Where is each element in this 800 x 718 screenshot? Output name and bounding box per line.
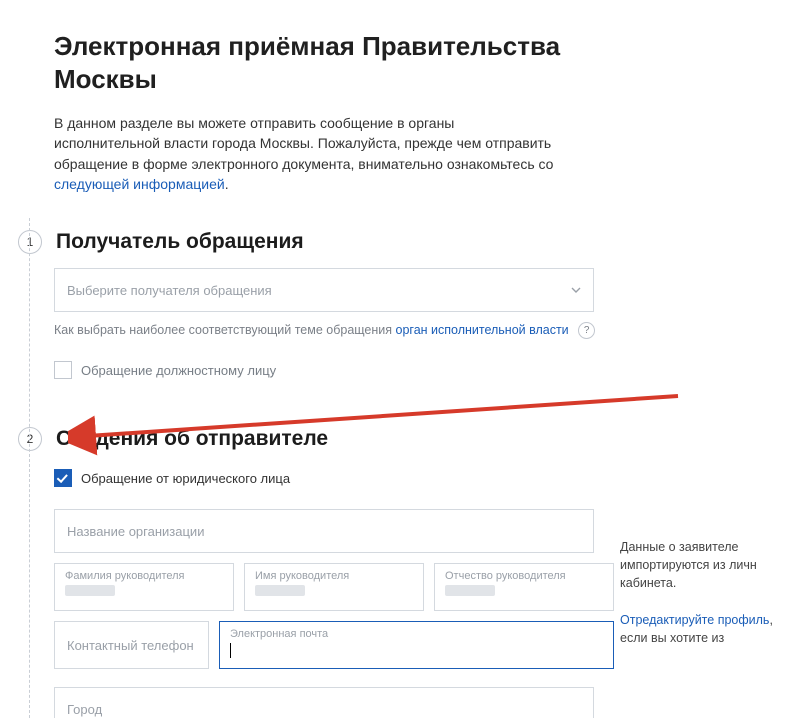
email-value	[230, 642, 231, 658]
firstname-value	[255, 584, 305, 599]
sidenote-line1: Данные о заявителе импортируются из личн	[620, 540, 757, 572]
checkbox-checked-icon[interactable]	[54, 469, 72, 487]
recipient-placeholder: Выберите получателя обращения	[67, 283, 272, 298]
official-checkbox-row[interactable]: Обращение должностному лицу	[54, 361, 614, 379]
legal-entity-checkbox-label: Обращение от юридического лица	[81, 471, 290, 486]
intro-period: .	[225, 176, 229, 192]
email-input[interactable]: Электронная почта	[219, 621, 614, 669]
email-label: Электронная почта	[230, 628, 328, 640]
chevron-down-icon	[571, 285, 581, 295]
step-badge-2: 2	[18, 427, 42, 451]
page-title: Электронная приёмная Правительства Москв…	[54, 30, 614, 95]
recipient-helper: Как выбрать наиболее соответствующий тем…	[54, 322, 614, 339]
city-input[interactable]: Город	[54, 687, 594, 718]
city-placeholder: Город	[67, 702, 102, 717]
organization-input[interactable]: Название организации	[54, 509, 594, 553]
question-icon[interactable]: ?	[578, 322, 595, 339]
text-caret	[230, 643, 231, 658]
name-row: Фамилия руководителя Имя руководителя От…	[54, 563, 614, 611]
lastname-input[interactable]: Фамилия руководителя	[54, 563, 234, 611]
official-checkbox-label: Обращение должностному лицу	[81, 363, 276, 378]
section-1-title: Получатель обращения	[56, 230, 304, 254]
page: Электронная приёмная Правительства Москв…	[0, 0, 800, 718]
lastname-value	[65, 584, 115, 599]
patronymic-label: Отчество руководителя	[445, 570, 566, 582]
sidenote-line2: кабинета.	[620, 576, 676, 590]
intro-prefix: В данном разделе вы можете отправить соо…	[54, 115, 553, 172]
main-content: Электронная приёмная Правительства Москв…	[0, 0, 614, 718]
helper-prefix: Как выбрать наиболее соответствующий тем…	[54, 323, 396, 337]
recipient-select[interactable]: Выберите получателя обращения	[54, 268, 594, 312]
step-badge-1: 1	[18, 230, 42, 254]
timeline-dashed	[29, 218, 30, 718]
phone-placeholder: Контактный телефон	[67, 638, 194, 653]
legal-entity-checkbox-row[interactable]: Обращение от юридического лица	[54, 469, 614, 487]
firstname-label: Имя руководителя	[255, 570, 349, 582]
edit-profile-link[interactable]: Отредактируйте профиль	[620, 613, 769, 627]
step-2-header: 2 Сведения об отправителе	[18, 427, 614, 451]
intro-text: В данном разделе вы можете отправить соо…	[54, 113, 564, 194]
patronymic-value	[445, 584, 495, 599]
helper-link[interactable]: орган исполнительной власти	[396, 323, 569, 337]
phone-input[interactable]: Контактный телефон	[54, 621, 209, 669]
intro-link[interactable]: следующей информацией	[54, 176, 225, 192]
step-1-header: 1 Получатель обращения	[18, 230, 614, 254]
contact-row: Контактный телефон Электронная почта	[54, 621, 614, 669]
section-2-title: Сведения об отправителе	[56, 427, 328, 451]
patronymic-input[interactable]: Отчество руководителя	[434, 563, 614, 611]
organization-placeholder: Название организации	[67, 524, 204, 539]
checkbox-unchecked-icon[interactable]	[54, 361, 72, 379]
side-note: Данные о заявителе импортируются из личн…	[620, 538, 795, 647]
firstname-input[interactable]: Имя руководителя	[244, 563, 424, 611]
lastname-label: Фамилия руководителя	[65, 570, 185, 582]
